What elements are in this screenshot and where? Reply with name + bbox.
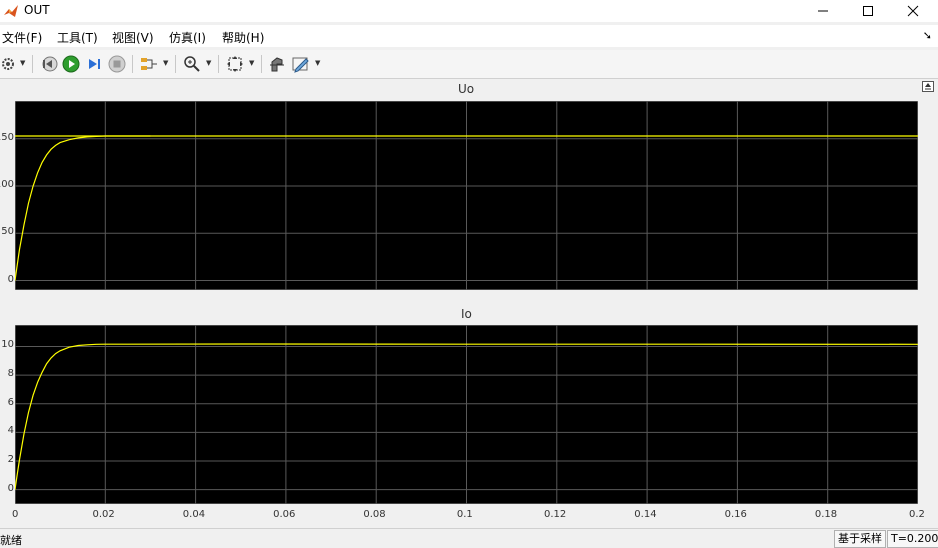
autoscale-icon bbox=[227, 56, 243, 72]
minimize-icon bbox=[818, 10, 828, 12]
stop-icon bbox=[108, 55, 126, 73]
zoom-dropdown-icon[interactable]: ▼ bbox=[206, 59, 211, 67]
settings-button[interactable] bbox=[0, 53, 16, 75]
zoom-button[interactable] bbox=[182, 53, 202, 75]
title-bar: OUT bbox=[0, 0, 938, 22]
menu-tools[interactable]: 工具(T) bbox=[57, 29, 98, 46]
status-bar: 就绪 基于采样 T=0.200 bbox=[0, 528, 938, 548]
autoscale-button[interactable] bbox=[225, 53, 245, 75]
highlight-block-button[interactable] bbox=[138, 53, 160, 75]
step-forward-icon bbox=[89, 59, 100, 69]
uo-axes[interactable] bbox=[15, 101, 918, 290]
play-icon bbox=[62, 55, 80, 73]
y-tick-label: 6 bbox=[7, 396, 14, 408]
cursor-measurements-button[interactable] bbox=[267, 53, 287, 75]
y-tick-label: 2 bbox=[7, 454, 14, 466]
x-tick-label: 0.08 bbox=[363, 509, 386, 520]
scope-plot-area: Uo Io 0 50 100 150 0 2 4 6 8 10 0 0.02 0.04 0.06 0.0… bbox=[0, 79, 938, 526]
x-tick-label: 0.12 bbox=[544, 509, 567, 520]
y-tick-label: 0 bbox=[7, 273, 14, 285]
menu-view[interactable]: 视图(V) bbox=[112, 29, 154, 46]
window-title: OUT bbox=[24, 3, 50, 17]
highlight-dropdown-icon[interactable]: ▼ bbox=[163, 59, 168, 67]
step-back-button[interactable] bbox=[39, 53, 59, 75]
sample-mode-indicator: 基于采样 bbox=[834, 530, 886, 548]
menu-simulation[interactable]: 仿真(I) bbox=[169, 29, 206, 46]
signal-highlight-icon bbox=[141, 58, 157, 70]
x-tick-label: 0.14 bbox=[634, 509, 657, 520]
x-tick-label: 0.18 bbox=[814, 509, 838, 520]
plot-title-uo: Uo bbox=[458, 82, 475, 96]
menu-help[interactable]: 帮助(H) bbox=[222, 29, 264, 46]
autoscale-dropdown-icon[interactable]: ▼ bbox=[249, 59, 254, 67]
zoom-in-icon bbox=[184, 56, 200, 72]
minimize-button[interactable] bbox=[800, 0, 846, 22]
run-button[interactable] bbox=[61, 53, 81, 75]
settings-dropdown-icon[interactable]: ▼ bbox=[20, 59, 25, 67]
x-tick-label: 0.06 bbox=[273, 509, 296, 520]
style-dropdown-icon[interactable]: ▼ bbox=[315, 59, 320, 67]
menu-file[interactable]: 文件(F) bbox=[2, 29, 42, 46]
x-tick-label: 0.04 bbox=[182, 509, 206, 520]
step-forward-button[interactable] bbox=[84, 53, 104, 75]
y-tick-label: 8 bbox=[7, 368, 14, 380]
x-tick-label: 0 bbox=[12, 509, 19, 520]
pencil-ruler-icon bbox=[292, 57, 309, 73]
y-tick-label: 0 bbox=[7, 482, 14, 494]
x-tick-label: 0.02 bbox=[92, 509, 115, 520]
step-back-icon bbox=[42, 56, 58, 72]
io-axes[interactable] bbox=[15, 325, 918, 504]
matlab-icon bbox=[4, 5, 18, 17]
close-icon bbox=[907, 5, 919, 17]
y-tick-label: 150 bbox=[0, 131, 14, 143]
style-button[interactable] bbox=[290, 53, 312, 75]
close-button[interactable] bbox=[890, 0, 936, 22]
x-tick-label: 0.2 bbox=[909, 509, 925, 520]
undock-icon[interactable] bbox=[922, 81, 934, 92]
plot-title-io: Io bbox=[461, 307, 472, 321]
y-tick-label: 100 bbox=[0, 179, 14, 191]
stop-button[interactable] bbox=[107, 53, 127, 75]
menu-bar: 文件(F) 工具(T) 视图(V) 仿真(I) 帮助(H) ➘ bbox=[0, 25, 938, 47]
toolbar: ▼ ▼ ▼ ▼ ▼ bbox=[0, 50, 938, 79]
gear-icon bbox=[2, 58, 14, 70]
maximize-icon bbox=[863, 6, 873, 16]
x-tick-label: 0.1 bbox=[456, 509, 473, 520]
y-tick-label: 10 bbox=[1, 339, 14, 351]
sim-time-indicator: T=0.200 bbox=[887, 530, 938, 548]
maximize-button[interactable] bbox=[845, 0, 891, 22]
status-text: 就绪 bbox=[0, 534, 22, 547]
x-tick-label: 0.16 bbox=[724, 509, 747, 520]
dock-arrow-icon[interactable]: ➘ bbox=[923, 29, 932, 42]
cursor-measure-icon bbox=[270, 57, 284, 72]
y-tick-label: 50 bbox=[1, 226, 14, 238]
y-tick-label: 4 bbox=[7, 425, 14, 437]
